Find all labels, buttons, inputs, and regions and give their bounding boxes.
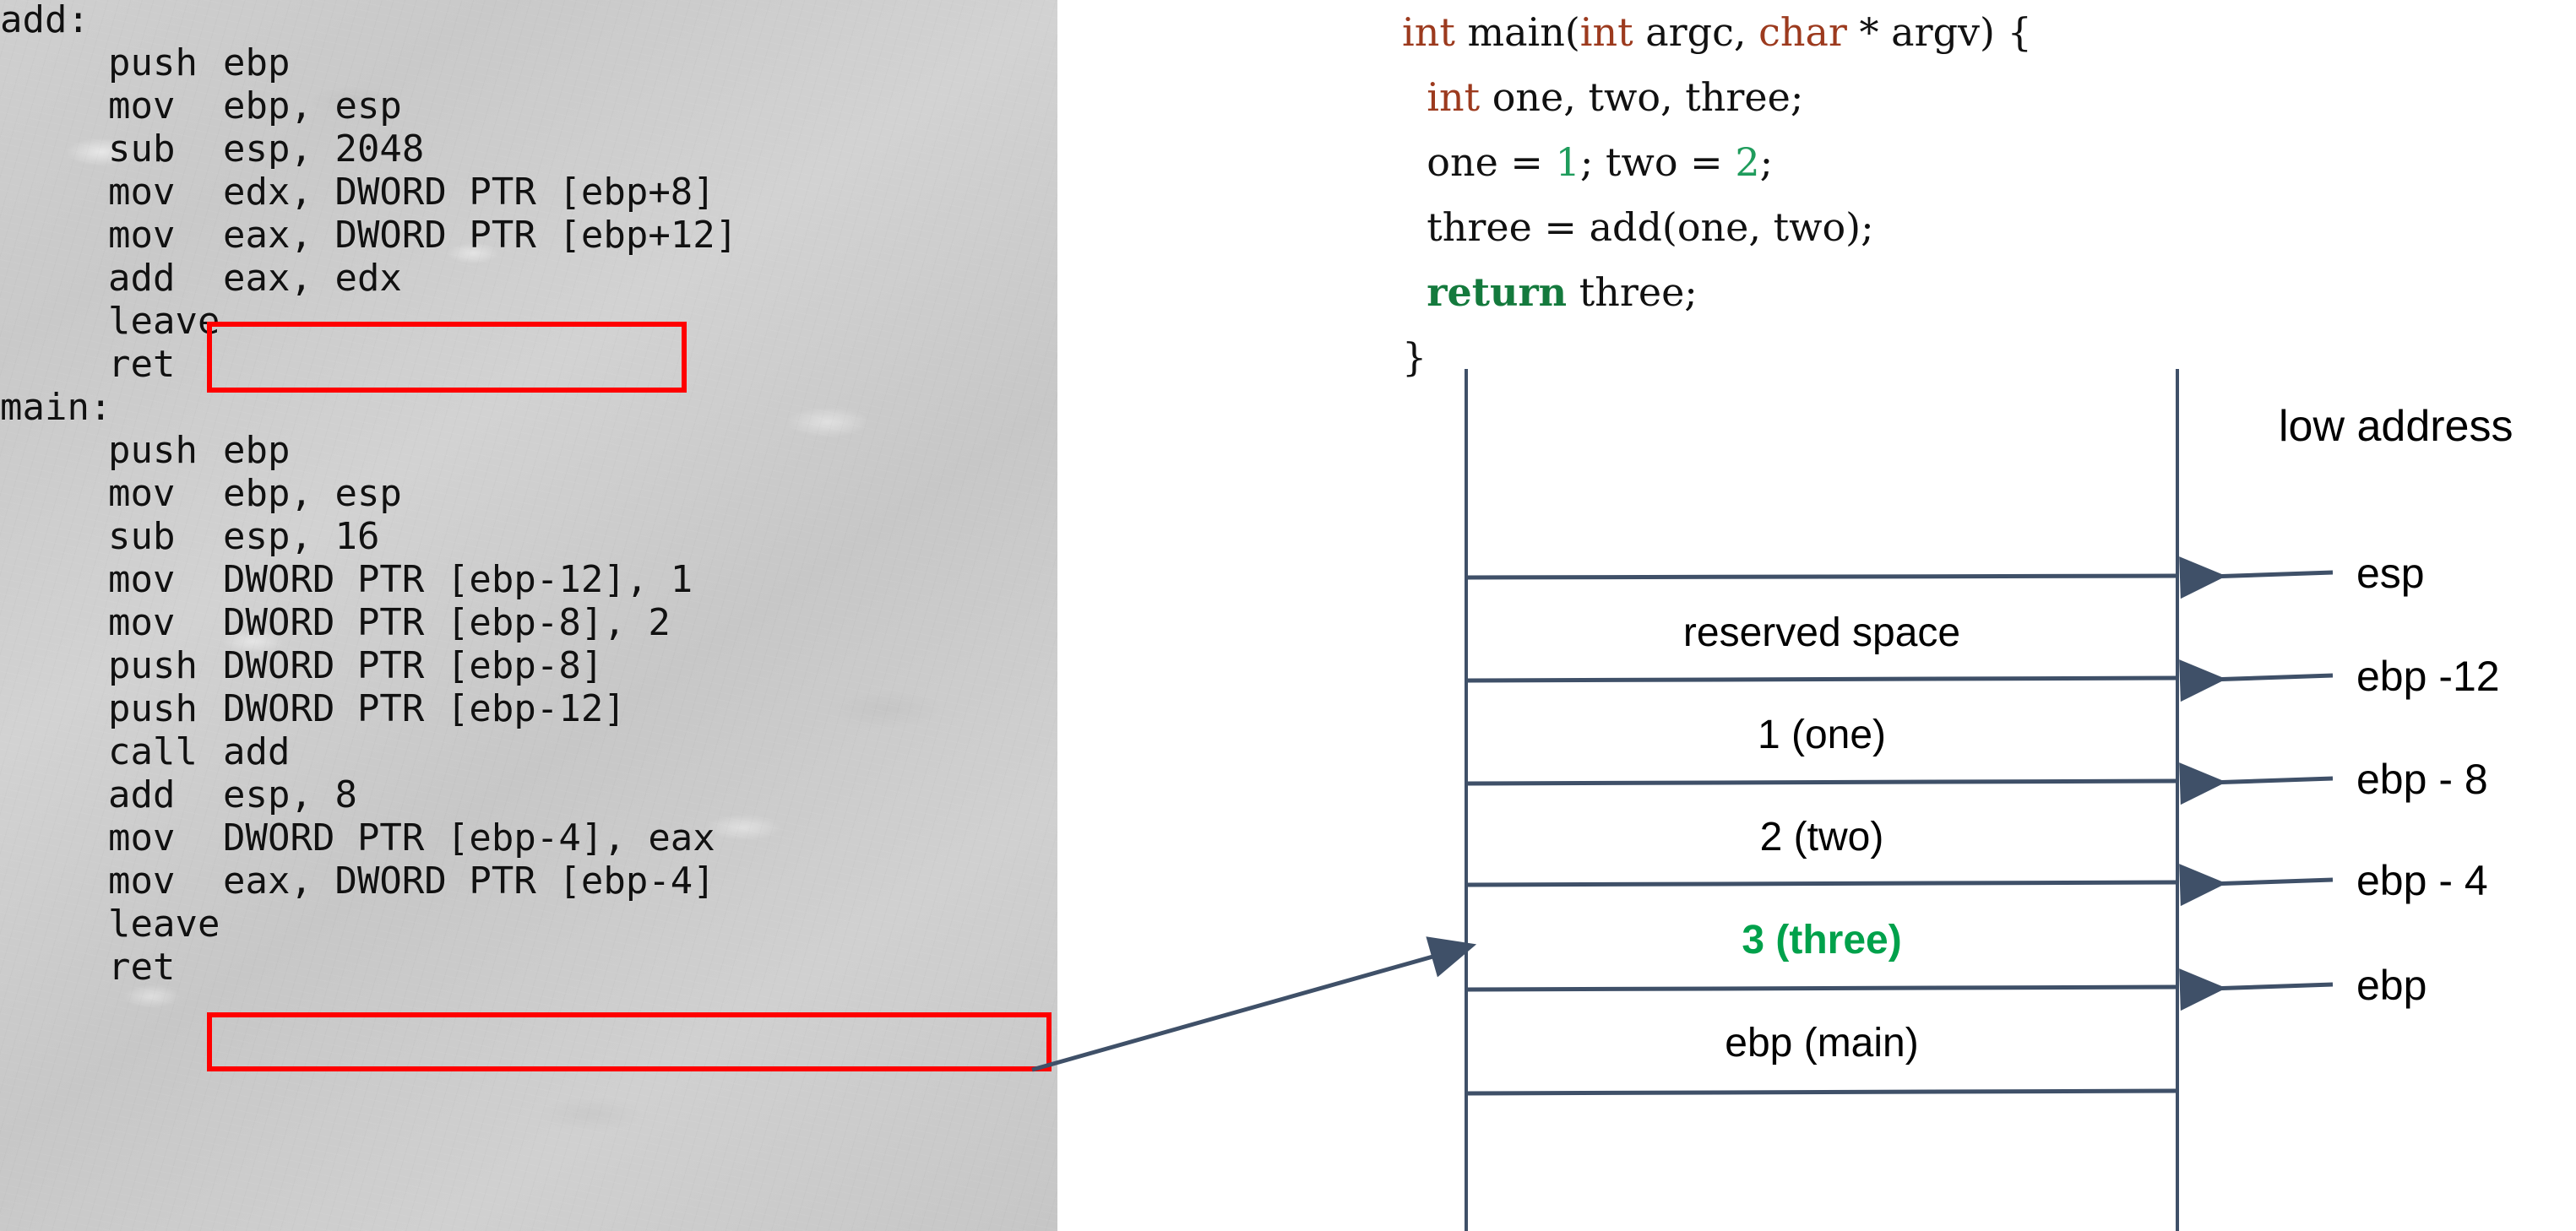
c-token-plain [1402,269,1427,315]
c-token-plain: ; two = [1579,139,1736,185]
stack-cell-three: 3 (three) [1742,918,1902,963]
assembly-operands: DWORD PTR [ebp-4], eax [223,816,715,860]
assembly-operands: eax, DWORD PTR [ebp+12] [223,214,738,257]
assembly-mnemonic: mov [108,601,176,644]
c-token-kw-ret: return [1427,269,1568,315]
assembly-operands: ebp [223,41,291,84]
assembly-mnemonic: mov [108,214,176,257]
c-token-kw-type: int [1427,74,1481,120]
c-code-line: three = add(one, two); [1402,195,2032,260]
assembly-mnemonic: push [108,41,198,84]
stack-divider-ebp12 [1465,675,2178,683]
pointer-label-ebp-4: ebp - 4 [2356,857,2488,904]
c-source-code: int main(int argc, char * argv) { int on… [1402,0,2032,390]
assembly-mnemonic: mov [108,860,176,903]
callout-arrow-to-three [1031,936,1477,1072]
pointer-label-ebp-8: ebp - 8 [2356,756,2488,803]
assembly-mnemonic: mov [108,816,176,860]
assembly-operands: DWORD PTR [ebp-8], 2 [223,601,671,644]
c-token-plain: one = [1402,139,1556,185]
assembly-label: add: [0,0,90,41]
assembly-mnemonic: mov [108,558,176,601]
assembly-operands: DWORD PTR [ebp-12], 1 [223,558,693,601]
assembly-operands: esp, 16 [223,515,380,558]
c-code-line: return three; [1402,260,2032,325]
c-token-plain: three; [1567,269,1698,315]
pointer-arrow-esp [2179,556,2334,599]
stack-cell-one: 1 (one) [1757,713,1887,757]
assembly-mnemonic: push [108,429,198,472]
stack-divider-bottom [1465,1088,2178,1096]
pointer-arrow-ebp8 [2179,762,2334,805]
c-token-plain: } [1402,334,1427,380]
assembly-operands: eax, edx [223,257,402,300]
assembly-operands: eax, DWORD PTR [ebp-4] [223,860,715,903]
assembly-mnemonic: add [108,773,176,816]
stack-cell-ebp-main: ebp (main) [1725,1021,1919,1066]
c-token-plain: ; [1759,139,1774,185]
assembly-mnemonic: push [108,687,198,730]
stack-divider-esp [1465,573,2178,580]
c-token-plain [1402,74,1427,120]
c-token-num: 2 [1735,139,1760,185]
c-token-plain: main( [1454,9,1580,55]
c-token-plain: * argv) { [1846,9,2032,55]
pointer-label-ebp: ebp [2356,962,2427,1009]
c-code-line: one = 1; two = 2; [1402,130,2032,195]
assembly-mnemonic: sub [108,127,176,171]
assembly-operands: add [223,730,291,773]
c-token-plain: argc, [1633,9,1759,55]
stack-divider-ebp8 [1465,778,2178,786]
c-token-kw-type: char [1758,9,1847,55]
assembly-mnemonic: ret [108,946,176,989]
stack-divider-ebp4 [1465,880,2178,887]
c-code-line: int main(int argc, char * argv) { [1402,0,2032,65]
assembly-mnemonic: mov [108,84,176,127]
assembly-operands: edx, DWORD PTR [ebp+8] [223,171,715,214]
c-token-plain: three = add(one, two); [1402,204,1874,250]
highlight-box-mov-ebp4-eax [207,1012,1052,1071]
pointer-label-esp: esp [2356,550,2425,597]
assembly-mnemonic: call [108,730,198,773]
c-token-plain: one, two, three; [1480,74,1804,120]
assembly-operands: esp, 8 [223,773,357,816]
assembly-mnemonic: mov [108,472,176,515]
assembly-mnemonic: sub [108,515,176,558]
pointer-arrow-ebp12 [2179,659,2334,702]
c-token-num: 1 [1555,139,1580,185]
assembly-listing-panel: add: push ebp mov ebp, esp sub esp, 2048 mov edx… [0,0,1057,1231]
assembly-operands: DWORD PTR [ebp-8] [223,644,604,687]
stack-cell-two: 2 (two) [1759,815,1884,860]
c-token-kw-type: int [1579,9,1633,55]
assembly-label: main: [0,386,112,429]
low-address-label: low address [2279,402,2514,451]
assembly-mnemonic: mov [108,171,176,214]
assembly-mnemonic: ret [108,343,176,386]
assembly-operands: ebp [223,429,291,472]
stack-divider-ebp [1465,984,2178,992]
assembly-mnemonic: add [108,257,176,300]
assembly-mnemonic: leave [108,300,220,343]
highlight-box-add-eax-edx [207,322,687,393]
assembly-operands: esp, 2048 [223,127,425,171]
assembly-mnemonic: leave [108,903,220,946]
c-code-line: } [1402,325,2032,390]
assembly-operands: ebp, esp [223,472,402,515]
pointer-arrow-ebp [2179,968,2334,1011]
c-token-kw-type: int [1402,9,1455,55]
pointer-arrow-ebp4 [2179,864,2334,907]
assembly-operands: ebp, esp [223,84,402,127]
stack-cell-reserved-space: reserved space [1682,610,1961,655]
assembly-operands: DWORD PTR [ebp-12] [223,687,626,730]
pointer-label-ebp-12: ebp -12 [2356,653,2500,700]
assembly-mnemonic: push [108,644,198,687]
c-code-line: int one, two, three; [1402,65,2032,130]
